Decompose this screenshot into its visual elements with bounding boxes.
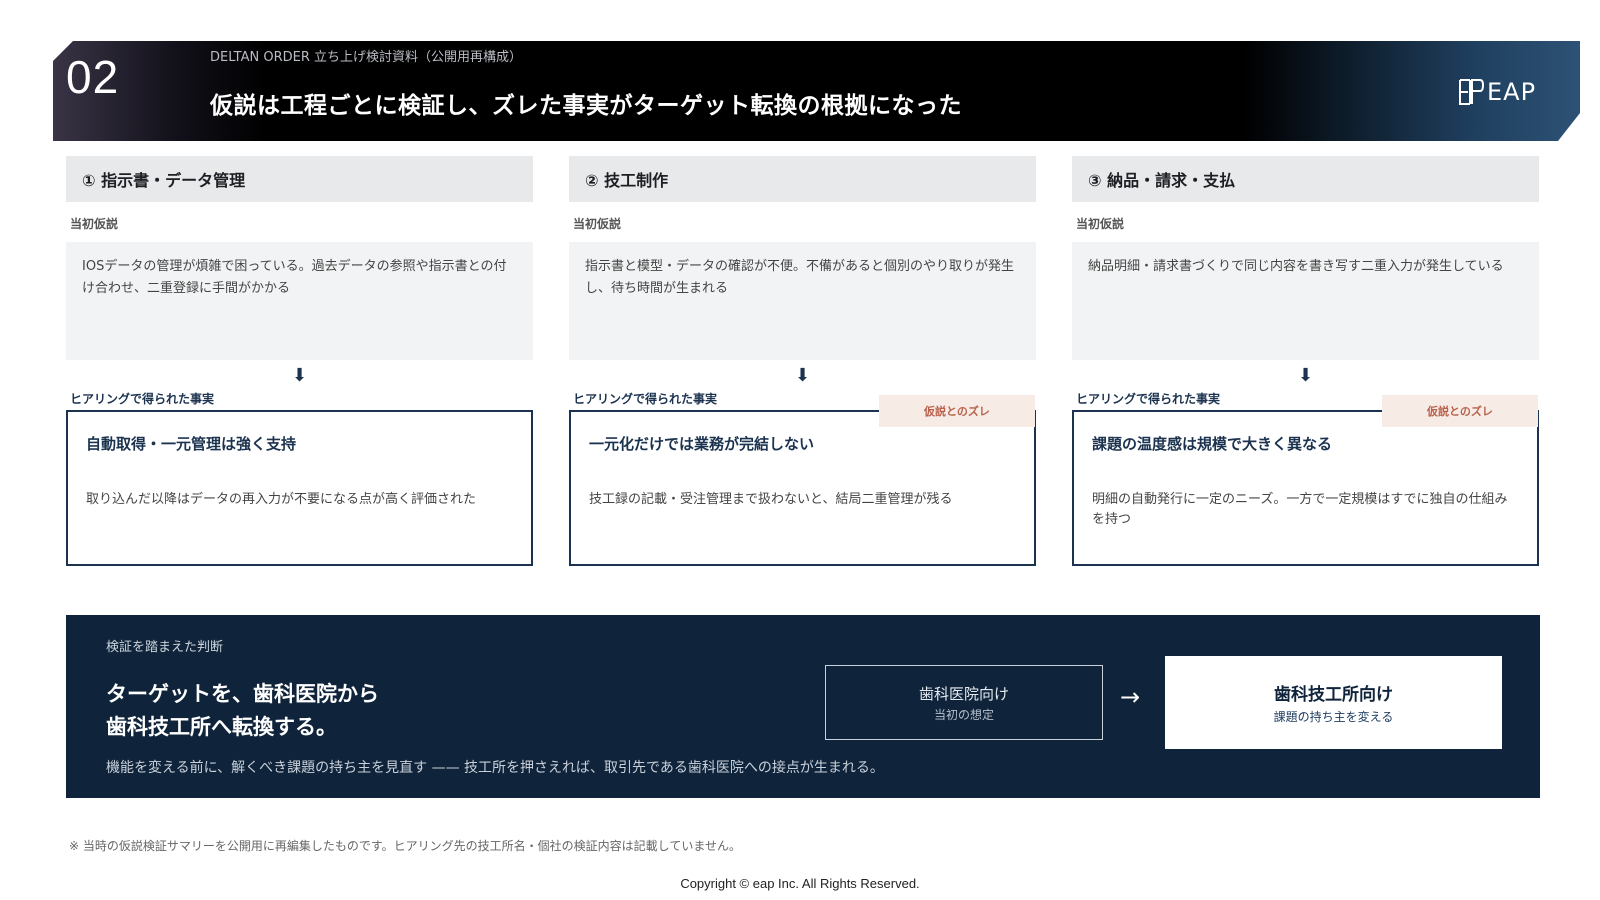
fact-body: 技工録の記載・受注管理まで扱わないと、結局二重管理が残る: [589, 492, 953, 507]
hypothesis-label: 当初仮説: [573, 217, 622, 231]
eap-logo: EAP: [1458, 76, 1542, 108]
column-production: ② 技工制作 当初仮説 指示書と模型・データの確認が不便。不備があると個別のやり…: [569, 156, 1036, 566]
original-target-box: 歯科医院向け 当初の想定: [825, 665, 1103, 740]
original-target-subtitle: 当初の想定: [933, 707, 994, 722]
document-label: DELTAN ORDER 立ち上げ検討資料（公開用再構成）: [210, 50, 523, 65]
column-heading: ① 指示書・データ管理: [66, 156, 533, 202]
fact-box: 仮説とのズレ 一元化だけでは業務が完結しない 技工録の記載・受注管理まで扱わない…: [569, 395, 1036, 566]
footnote: ※ 当時の仮説検証サマリーを公開用に再編集したものです。ヒアリング先の技工所名・…: [69, 839, 741, 853]
decision-subtext: 機能を変える前に、解くべき課題の持ち主を見直す —— 技工所を押さえれば、取引先…: [106, 760, 884, 776]
arrow-right-icon: →: [1120, 683, 1141, 711]
arrow-down-icon: ⬇: [794, 364, 811, 386]
logo-text: EAP: [1487, 78, 1537, 106]
fact-box: 自動取得・一元管理は強く支持 取り込んだ以降はデータの再入力が不要になる点が高く…: [66, 410, 533, 566]
decision-headline-line1: ターゲットを、歯科医院から: [106, 682, 379, 706]
decision-headline: ターゲットを、歯科医院から 歯科技工所へ転換する。: [106, 678, 379, 744]
column-heading: ③ 納品・請求・支払: [1072, 156, 1539, 202]
fact-label: ヒアリングで得られた事実: [70, 392, 215, 406]
new-target-subtitle: 課題の持ち主を変える: [1273, 710, 1394, 724]
fact-body: 明細の自動発行に一定のニーズ。一方で一定規模はすでに独自の仕組みを持つ: [1092, 492, 1508, 527]
column-data-management: ① 指示書・データ管理 当初仮説 IOSデータの管理が煩雑で困っている。過去デー…: [66, 156, 533, 566]
fact-box: 仮説とのズレ 課題の温度感は規模で大きく異なる 明細の自動発行に一定のニーズ。一…: [1072, 395, 1539, 566]
decision-panel: 検証を踏まえた判断 ターゲットを、歯科医院から 歯科技工所へ転換する。 機能を変…: [66, 615, 1540, 798]
fact-body: 取り込んだ以降はデータの再入力が不要になる点が高く評価された: [86, 492, 477, 507]
arrow-down-icon: ⬇: [1297, 364, 1314, 386]
new-target-title: 歯科技工所向け: [1274, 685, 1393, 705]
eap-logo-icon: [1459, 79, 1484, 105]
hypothesis-label: 当初仮説: [1076, 217, 1125, 231]
decision-headline-line2: 歯科技工所へ転換する。: [106, 715, 337, 739]
fact-title: 自動取得・一元管理は強く支持: [86, 435, 297, 453]
hypothesis-text: 指示書と模型・データの確認が不便。不備があると個別のやり取りが発生し、待ち時間が…: [569, 242, 1036, 360]
fact-title: 一元化だけでは業務が完結しない: [589, 435, 815, 453]
hypothesis-gap-badge: 仮説とのズレ: [1382, 395, 1538, 427]
column-billing: ③ 納品・請求・支払 当初仮説 納品明細・請求書づくりで同じ内容を書き写す二重入…: [1072, 156, 1539, 566]
hypothesis-text: IOSデータの管理が煩雑で困っている。過去データの参照や指示書との付け合わせ、二…: [66, 242, 533, 360]
arrow-down-icon: ⬇: [291, 364, 308, 386]
hypothesis-text: 納品明細・請求書づくりで同じ内容を書き写す二重入力が発生している: [1072, 242, 1539, 360]
fact-title: 課題の温度感は規模で大きく異なる: [1092, 435, 1333, 453]
hypothesis-gap-badge: 仮説とのズレ: [879, 395, 1035, 427]
new-target-box: 歯科技工所向け 課題の持ち主を変える: [1165, 656, 1502, 749]
page-title: 仮説は工程ごとに検証し、ズレた事実がターゲット転換の根拠になった: [210, 93, 962, 119]
original-target-title: 歯科医院向け: [918, 684, 1009, 703]
slide-number: 02: [66, 51, 120, 103]
column-heading: ② 技工制作: [569, 156, 1036, 202]
decision-label: 検証を踏まえた判断: [106, 640, 224, 655]
copyright: Copyright © eap Inc. All Rights Reserved…: [680, 876, 920, 891]
hypothesis-label: 当初仮説: [70, 217, 119, 231]
